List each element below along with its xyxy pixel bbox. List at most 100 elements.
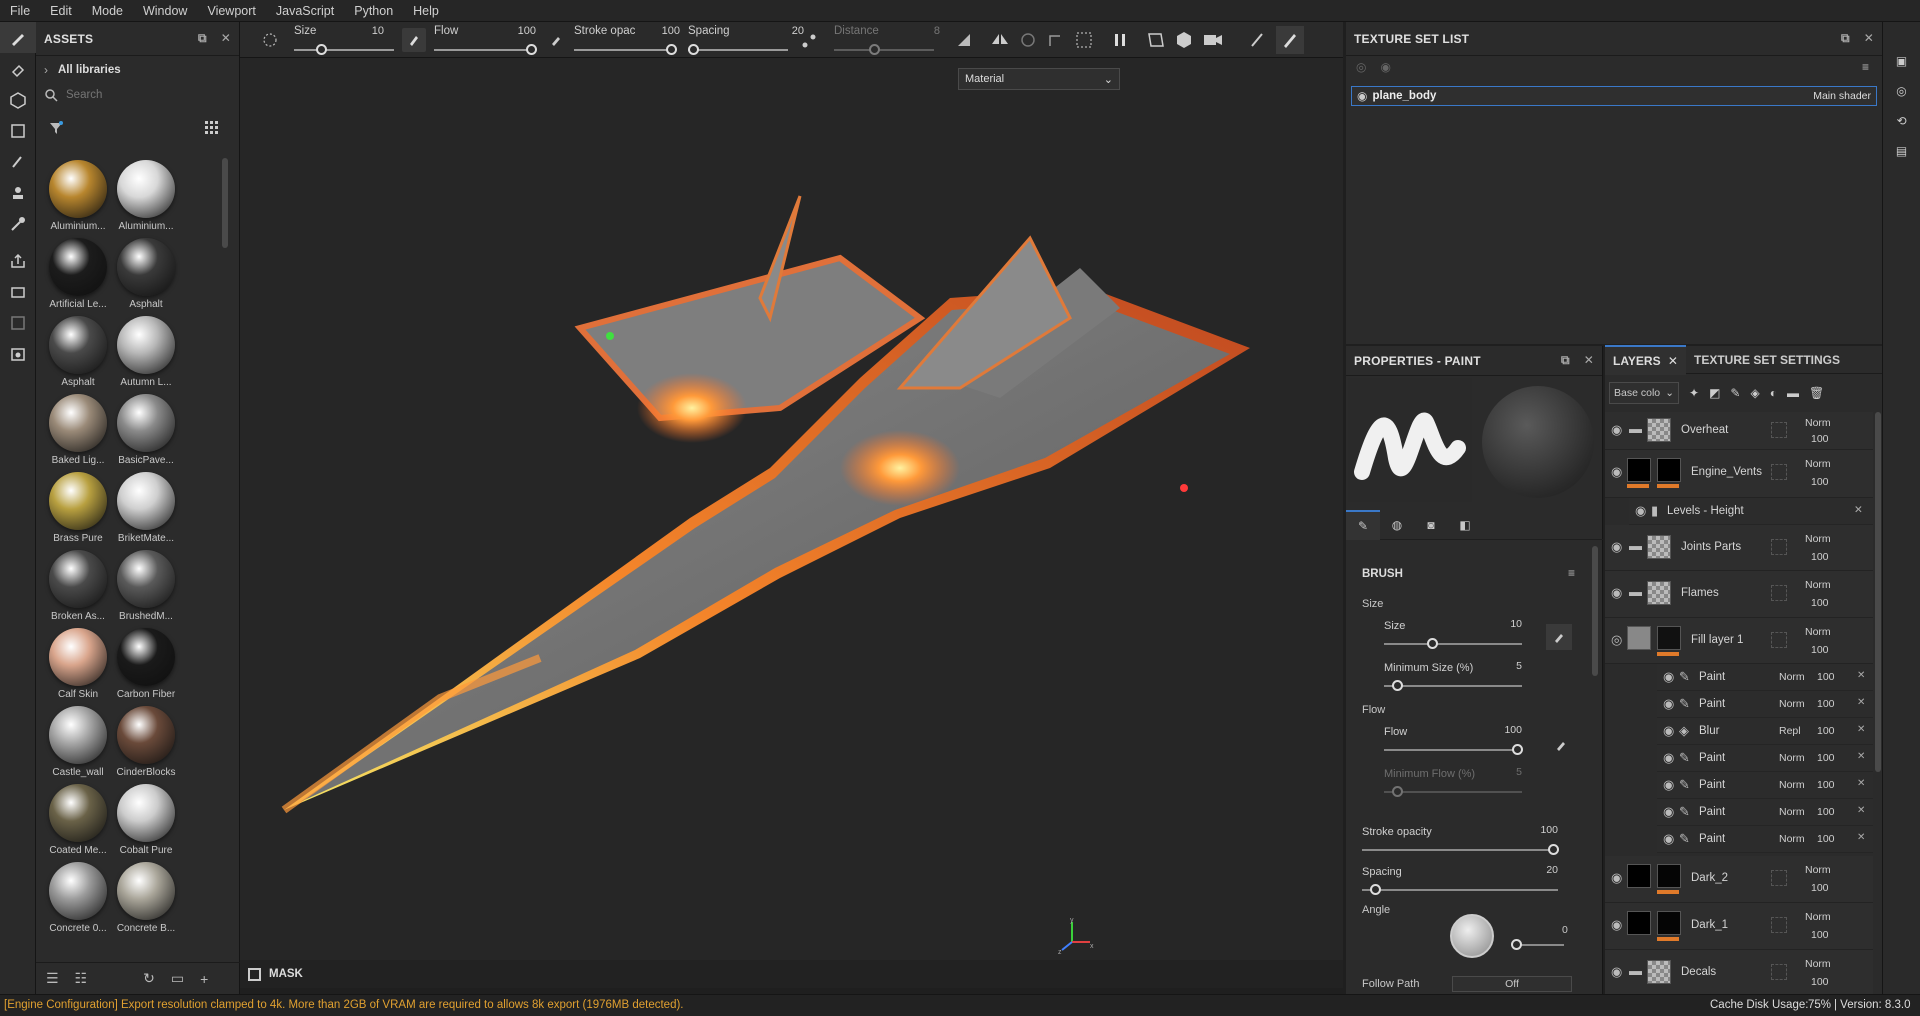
close-icon[interactable]: ✕ <box>1584 353 1594 368</box>
layer-blend[interactable]: Norm <box>1805 864 1831 876</box>
layer-mask-slot[interactable] <box>1771 917 1787 933</box>
layer-row-decals[interactable]: ◉ ▬ Decals Norm 100 <box>1605 950 1873 994</box>
effect-opacity[interactable]: 100 <box>1817 671 1835 683</box>
delete-effect-icon[interactable]: ✕ <box>1857 805 1865 816</box>
flow-slider[interactable]: Flow 100 <box>434 22 537 58</box>
clone-tool[interactable] <box>0 177 36 208</box>
texture-set-item[interactable]: ◉ plane_body Main shader <box>1351 86 1877 106</box>
undock-icon[interactable]: ⧉ <box>198 31 207 46</box>
smudge-tool[interactable] <box>0 146 36 177</box>
layer-opacity[interactable]: 100 <box>1811 882 1829 894</box>
transform-icon[interactable] <box>1046 30 1066 50</box>
prop-size-slider[interactable]: Size 10 <box>1384 618 1522 649</box>
delete-effect-icon[interactable]: ✕ <box>1857 832 1865 843</box>
new-folder-icon[interactable]: ▭ <box>171 970 184 987</box>
layer-blend[interactable]: Norm <box>1805 417 1831 429</box>
effect-blend[interactable]: Norm <box>1779 833 1805 845</box>
prop-stroke-opacity-slider[interactable]: Stroke opacity 100 <box>1362 824 1559 855</box>
asset-search-input[interactable] <box>66 89 206 101</box>
tab-texture-set-settings[interactable]: TEXTURE SET SETTINGS <box>1686 346 1848 374</box>
tab-layers[interactable]: LAYERS ✕ <box>1605 344 1686 375</box>
layer-blend[interactable]: Norm <box>1805 626 1831 638</box>
display-settings-icon[interactable]: ▣ <box>1883 46 1920 76</box>
projection-tool[interactable] <box>0 84 36 115</box>
camera-tool[interactable] <box>0 338 36 369</box>
material-tile[interactable]: Concrete B... <box>112 862 180 934</box>
layer-blend[interactable]: Norm <box>1805 579 1831 591</box>
brush-preview[interactable] <box>1348 378 1472 502</box>
prop-min-size-slider[interactable]: Minimum Size (%) 5 <box>1384 660 1522 691</box>
layer-blend[interactable]: Norm <box>1805 958 1831 970</box>
layers-scrollbar[interactable] <box>1875 412 1881 772</box>
layer-mask-slot[interactable] <box>1771 464 1787 480</box>
library-selector[interactable]: › All libraries <box>44 60 224 80</box>
eye-icon[interactable]: ◉ <box>1611 917 1622 933</box>
eye-icon[interactable]: ◉ <box>1663 777 1674 793</box>
size-pen-pressure-button[interactable] <box>1546 624 1572 650</box>
delete-effect-icon[interactable]: ✕ <box>1857 778 1865 789</box>
layer-blend[interactable]: Norm <box>1805 533 1831 545</box>
layer-blend[interactable]: Norm <box>1805 911 1831 923</box>
material-tile[interactable]: Cobalt Pure <box>112 784 180 856</box>
assets-scrollbar[interactable] <box>222 158 228 248</box>
add-fill-layer-icon[interactable]: ◈ <box>1750 386 1759 400</box>
layer-opacity[interactable]: 100 <box>1811 644 1829 656</box>
delete-effect-icon[interactable]: ✕ <box>1857 724 1865 735</box>
effect-blend[interactable]: Norm <box>1779 779 1805 791</box>
menu-edit[interactable]: Edit <box>40 0 82 22</box>
effect-row[interactable]: ◉ ✎ Paint Norm 100 ✕ <box>1657 826 1873 853</box>
eye-icon[interactable]: ◉ <box>1611 422 1622 438</box>
material-preview-sphere[interactable] <box>1482 386 1594 498</box>
brush-strokes-icon[interactable] <box>1248 30 1268 50</box>
layer-blend[interactable]: Norm <box>1805 458 1831 470</box>
delete-effect-icon[interactable]: ✕ <box>1854 504 1863 516</box>
asset-search[interactable] <box>44 84 224 106</box>
effect-row-levels-height[interactable]: ◉ ▮ Levels - Height ✕ <box>1629 498 1873 525</box>
material-tab-icon[interactable]: ◍ <box>1380 510 1414 540</box>
size-slider[interactable]: Size 10 <box>294 22 394 58</box>
symmetry-icon[interactable] <box>954 30 974 50</box>
angle-dial[interactable] <box>1450 914 1494 958</box>
list-menu-icon[interactable]: ≡ <box>1862 60 1869 74</box>
display-settings-icon[interactable] <box>1146 30 1166 50</box>
menu-python[interactable]: Python <box>344 0 403 22</box>
eye-icon[interactable]: ◉ <box>1611 539 1622 555</box>
distance-slider[interactable]: Distance 8 <box>834 22 940 58</box>
eye-icon[interactable]: ◉ <box>1611 464 1622 480</box>
layer-opacity[interactable]: 100 <box>1811 929 1829 941</box>
flow-pressure-icon[interactable] <box>1554 738 1568 752</box>
effect-row[interactable]: ◉ ◈ Blur Repl 100 ✕ <box>1657 718 1873 745</box>
bake-tool[interactable] <box>0 276 36 307</box>
channel-select[interactable]: Base colo ⌄ <box>1609 382 1679 404</box>
spacing-slider[interactable]: Spacing 20 <box>688 22 804 58</box>
filter-icon[interactable] <box>48 120 64 136</box>
flow-pressure-icon[interactable] <box>548 32 564 48</box>
refresh-icon[interactable]: ↻ <box>143 970 155 987</box>
material-tile[interactable]: Brass Pure <box>44 472 112 544</box>
material-tile[interactable]: Autumn L... <box>112 316 180 388</box>
hidden-eye-icon[interactable]: ◎ <box>1356 60 1366 74</box>
effect-opacity[interactable]: 100 <box>1817 779 1835 791</box>
material-tile[interactable]: Aluminium... <box>112 160 180 232</box>
eye-icon[interactable]: ◉ <box>1635 503 1646 519</box>
alpha-tab-icon[interactable]: ◙ <box>1414 510 1448 540</box>
texture-set-shader[interactable]: Main shader <box>1813 90 1871 102</box>
stroke-opacity-slider[interactable]: Stroke opac 100 <box>574 22 680 58</box>
angle-slider[interactable] <box>1511 939 1564 950</box>
effect-blend[interactable]: Norm <box>1779 698 1805 710</box>
material-tile[interactable]: Asphalt <box>112 238 180 310</box>
effect-row[interactable]: ◉ ✎ Paint Norm 100 ✕ <box>1657 799 1873 826</box>
eye-icon[interactable]: ◉ <box>1663 696 1674 712</box>
layer-opacity[interactable]: 100 <box>1811 551 1829 563</box>
delete-effect-icon[interactable]: ✕ <box>1857 751 1865 762</box>
menu-window[interactable]: Window <box>133 0 197 22</box>
material-tile[interactable]: CinderBlocks <box>112 706 180 778</box>
material-tile[interactable]: Castle_wall <box>44 706 112 778</box>
add-folder-icon[interactable]: ▬ <box>1787 386 1799 400</box>
eye-icon[interactable]: ◉ <box>1663 669 1674 685</box>
export-tool[interactable] <box>0 245 36 276</box>
pause-icon[interactable] <box>1110 30 1130 50</box>
effect-opacity[interactable]: 100 <box>1817 698 1835 710</box>
material-tile[interactable]: BriketMate... <box>112 472 180 544</box>
projection-mode-icon[interactable] <box>1018 30 1038 50</box>
